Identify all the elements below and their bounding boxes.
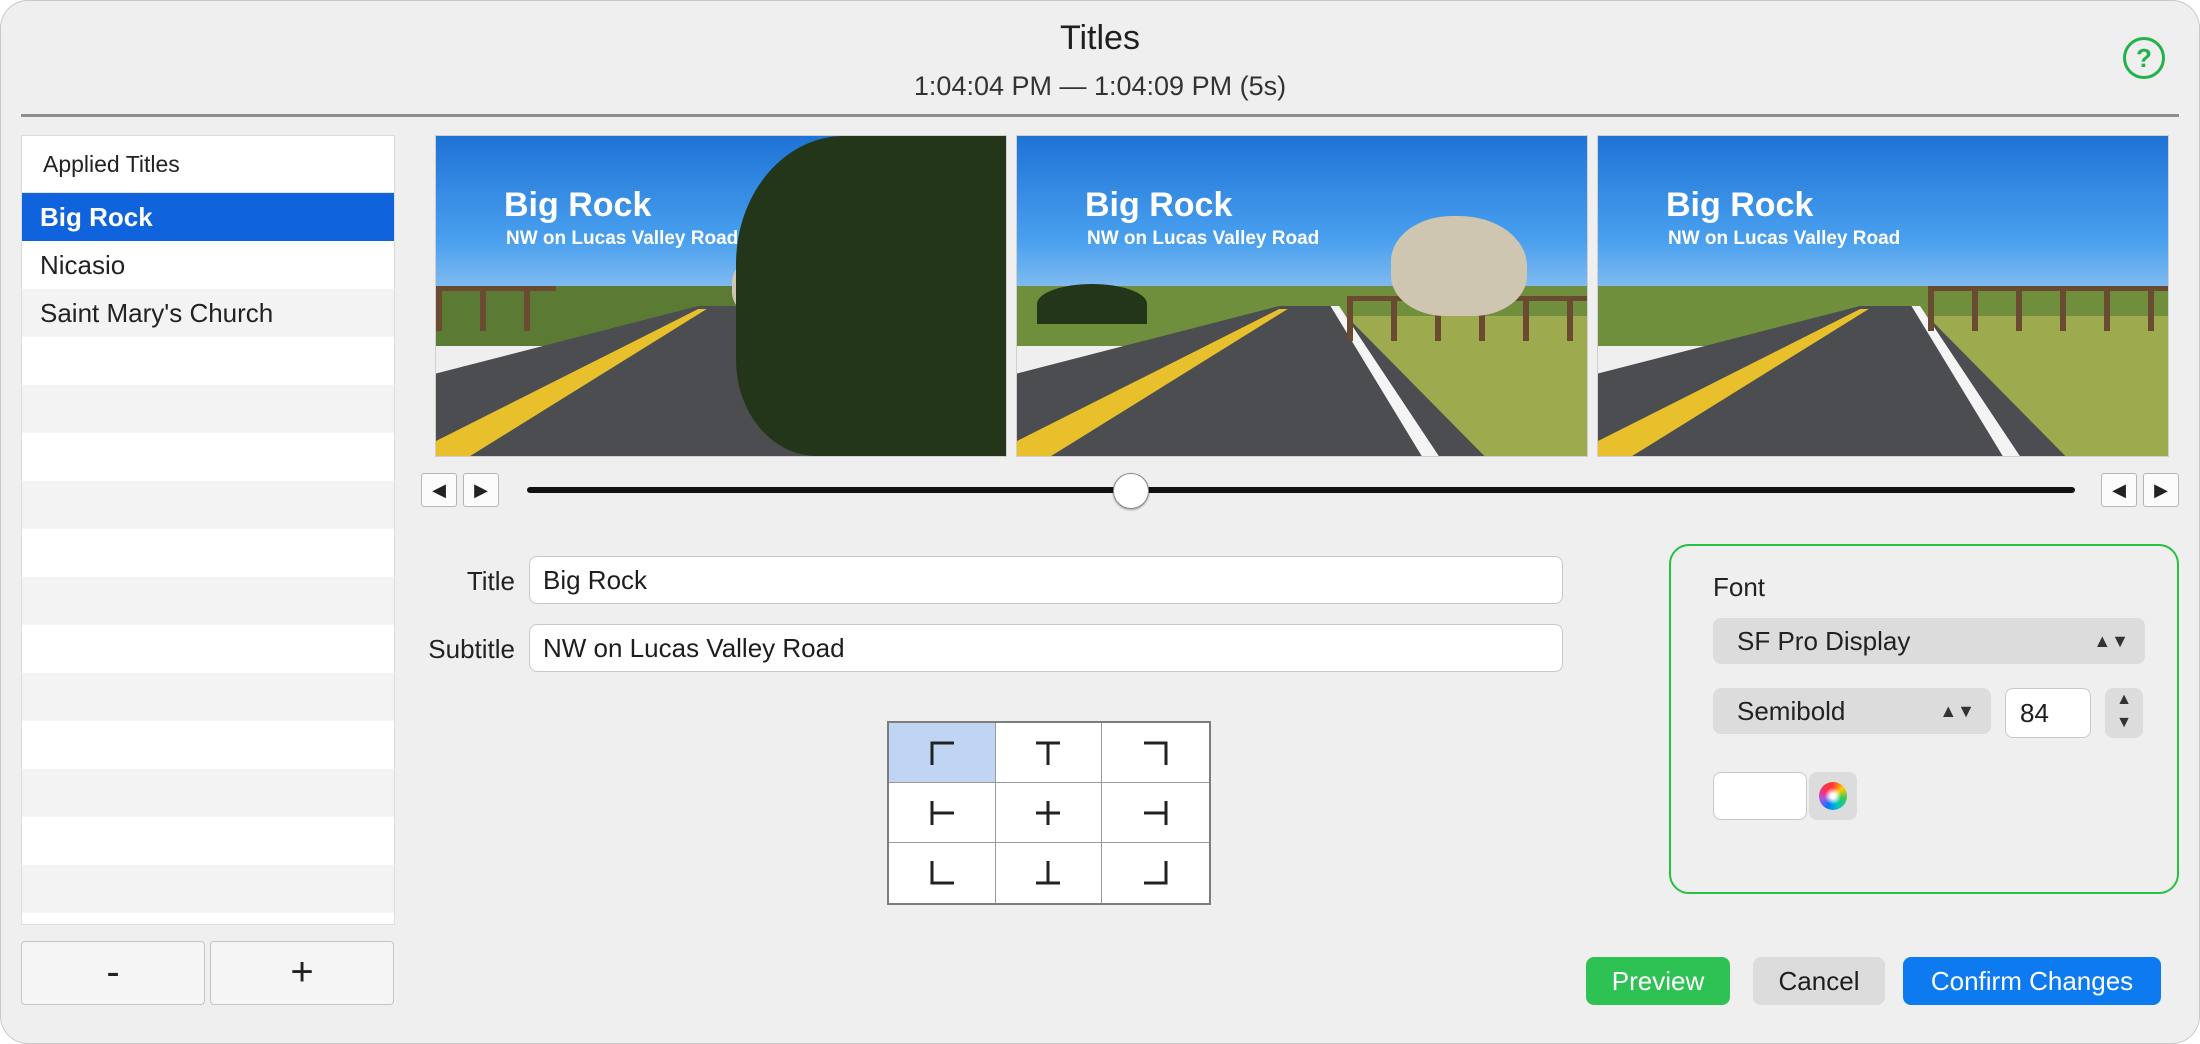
list-item-big-rock[interactable]: Big Rock bbox=[22, 193, 394, 241]
preview-frame-2: Big Rock NW on Lucas Valley Road bbox=[1016, 135, 1588, 457]
list-item-empty bbox=[22, 817, 394, 865]
list-item-nicasio[interactable]: Nicasio bbox=[22, 241, 394, 289]
frame-subtitle: NW on Lucas Valley Road bbox=[1087, 228, 1320, 249]
edge-right-icon bbox=[1143, 800, 1168, 825]
corner-top-right-icon bbox=[1143, 741, 1168, 765]
header-divider bbox=[21, 114, 2179, 117]
corner-bottom-right-icon bbox=[1143, 861, 1168, 885]
help-icon[interactable]: ? bbox=[2123, 37, 2165, 79]
position-top-left[interactable] bbox=[889, 723, 996, 783]
add-title-button[interactable]: + bbox=[210, 941, 394, 1005]
edge-top-icon bbox=[1036, 741, 1061, 765]
font-size-field[interactable]: 84 bbox=[2005, 688, 2091, 738]
position-top-right[interactable] bbox=[1102, 723, 1209, 783]
time-range: 1:04:04 PM — 1:04:09 PM (5s) bbox=[913, 71, 1287, 101]
font-color-swatch[interactable] bbox=[1713, 772, 1807, 820]
position-middle-right[interactable] bbox=[1102, 783, 1209, 843]
frame-title: Big Rock bbox=[1666, 186, 1814, 224]
color-wheel-icon bbox=[1819, 782, 1847, 810]
corner-bottom-left-icon bbox=[930, 861, 954, 885]
applied-titles-list: Applied Titles Big Rock Nicasio Saint Ma… bbox=[21, 135, 395, 925]
chevron-updown-icon: ▲▼ bbox=[2093, 631, 2129, 651]
timeline-knob[interactable] bbox=[1112, 473, 1149, 509]
edge-bottom-icon bbox=[1036, 861, 1061, 885]
position-bottom-right[interactable] bbox=[1102, 843, 1209, 903]
titles-window: Titles 1:04:04 PM — 1:04:09 PM (5s) ? Ap… bbox=[0, 0, 2200, 1044]
plus-icon: + bbox=[290, 950, 314, 994]
step-forward-left-button[interactable]: ▶ bbox=[463, 473, 499, 507]
step-back-left-button[interactable]: ◀ bbox=[421, 473, 457, 507]
chevron-down-icon[interactable]: ▼ bbox=[2105, 711, 2143, 734]
chevron-up-icon[interactable]: ▲ bbox=[2105, 688, 2143, 711]
font-family-select[interactable]: SF Pro Display ▲▼ bbox=[1713, 618, 2145, 664]
list-item-empty bbox=[22, 913, 394, 924]
frame-title: Big Rock bbox=[1085, 186, 1233, 224]
remove-title-button[interactable]: - bbox=[21, 941, 205, 1005]
font-size-stepper[interactable]: ▲ ▼ bbox=[2105, 688, 2143, 738]
frame-subtitle: NW on Lucas Valley Road bbox=[506, 228, 739, 249]
position-bottom-left[interactable] bbox=[889, 843, 996, 903]
confirm-changes-button[interactable]: Confirm Changes bbox=[1903, 957, 2161, 1005]
subtitle-label: Subtitle bbox=[428, 634, 515, 664]
cancel-button[interactable]: Cancel bbox=[1753, 957, 1885, 1005]
position-center[interactable] bbox=[995, 783, 1103, 843]
list-item-empty bbox=[22, 577, 394, 625]
list-item-saint-marys-church[interactable]: Saint Mary's Church bbox=[22, 289, 394, 337]
font-family-value: SF Pro Display bbox=[1737, 626, 1911, 656]
edge-left-icon bbox=[930, 800, 954, 825]
list-item-empty bbox=[22, 385, 394, 433]
color-picker-button[interactable] bbox=[1809, 772, 1857, 820]
font-label: Font bbox=[1713, 572, 1766, 602]
position-top-center[interactable] bbox=[995, 723, 1103, 783]
chevron-updown-icon: ▲▼ bbox=[1939, 701, 1975, 721]
list-item-empty bbox=[22, 337, 394, 385]
position-bottom-center[interactable] bbox=[996, 843, 1103, 903]
list-header: Applied Titles bbox=[22, 136, 394, 193]
frame-subtitle: NW on Lucas Valley Road bbox=[1668, 228, 1901, 249]
list-item-empty bbox=[22, 865, 394, 913]
title-position-grid bbox=[887, 721, 1211, 905]
corner-top-left-icon bbox=[930, 741, 954, 765]
list-item-empty bbox=[22, 673, 394, 721]
step-back-right-button[interactable]: ◀ bbox=[2101, 473, 2137, 507]
subtitle-input[interactable] bbox=[529, 624, 1563, 672]
font-weight-select[interactable]: Semibold ▲▼ bbox=[1713, 688, 1991, 734]
list-item-empty bbox=[22, 433, 394, 481]
timeline-track[interactable] bbox=[527, 487, 2075, 493]
title-label: Title bbox=[466, 566, 515, 596]
list-item-empty bbox=[22, 721, 394, 769]
window-title: Titles bbox=[1060, 19, 1140, 57]
list-item-empty bbox=[22, 529, 394, 577]
font-panel: Font SF Pro Display ▲▼ Semibold ▲▼ 84 ▲ … bbox=[1669, 544, 2179, 894]
position-middle-left[interactable] bbox=[889, 783, 996, 843]
list-rows: Big Rock Nicasio Saint Mary's Church bbox=[22, 193, 394, 924]
preview-frame-3: Big Rock NW on Lucas Valley Road bbox=[1597, 135, 2169, 457]
list-item-empty bbox=[22, 769, 394, 817]
minus-icon: - bbox=[106, 950, 120, 994]
title-input[interactable] bbox=[529, 556, 1563, 604]
frame-title: Big Rock bbox=[504, 186, 652, 224]
step-forward-right-button[interactable]: ▶ bbox=[2143, 473, 2179, 507]
list-item-empty bbox=[22, 625, 394, 673]
center-cross-icon bbox=[1036, 800, 1061, 825]
list-item-empty bbox=[22, 481, 394, 529]
preview-button[interactable]: Preview bbox=[1586, 957, 1730, 1005]
font-weight-value: Semibold bbox=[1737, 696, 1846, 726]
preview-frame-1: Big Rock NW on Lucas Valley Road bbox=[435, 135, 1007, 457]
